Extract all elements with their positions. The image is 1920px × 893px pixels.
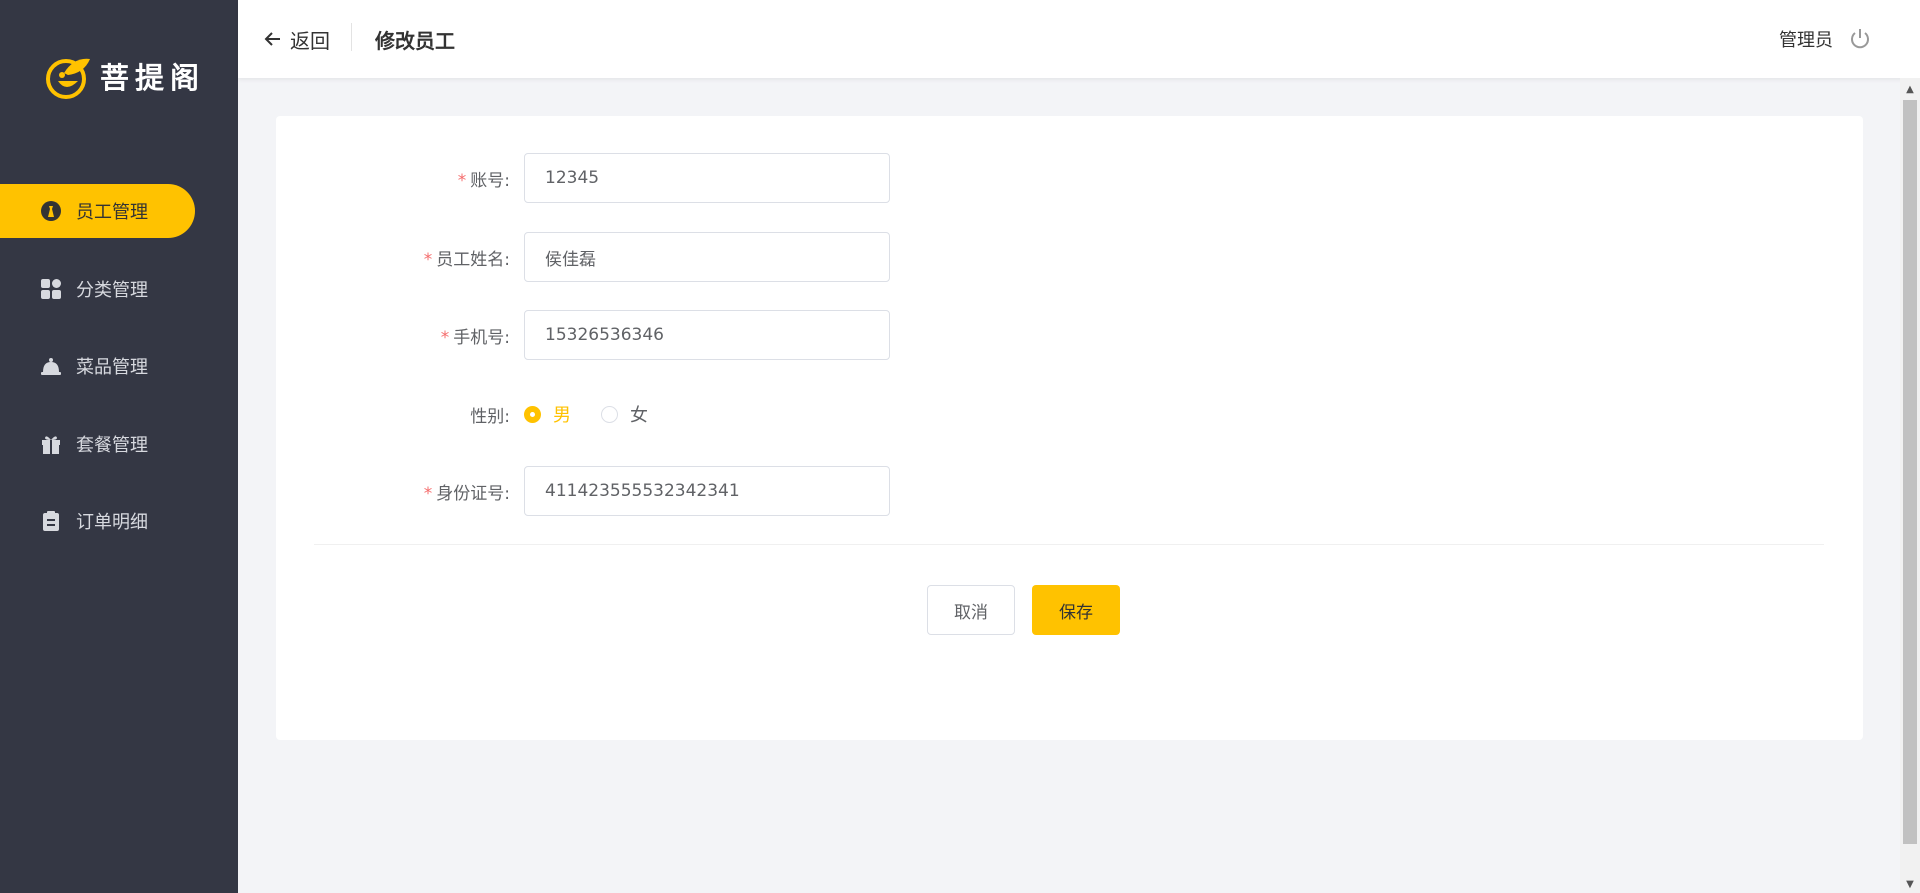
logo-mark-icon [46,58,90,99]
scroll-up-arrow-icon[interactable]: ▲ [1900,80,1920,98]
form-divider [314,544,1824,545]
sidebar: 菩提阁 员工管理 分类管理 菜品管理 套餐管理 订单明细 [0,0,238,893]
radio-unchecked-icon [601,405,618,423]
id-number-input[interactable]: 411423555532342341 [524,466,890,516]
sidebar-item-label: 订单明细 [76,512,148,533]
phone-label: * 手机号: [440,327,510,348]
id-number-row: * 身份证号: 411423555532342341 [276,466,890,516]
account-row: * 账号: 12345 [276,153,890,203]
id-number-label: * 身份证号: [423,483,510,504]
back-button[interactable]: 返回 [264,24,330,54]
top-header: 返回 修改员工 管理员 [238,0,1920,78]
sidebar-item-label: 菜品管理 [76,357,148,378]
sidebar-item-dish[interactable]: 菜品管理 [0,339,238,393]
app-name: 菩提阁 [100,61,206,95]
gender-radio-group: 男 女 [524,401,678,427]
employee-icon [40,200,62,222]
name-label: * 员工姓名: [423,249,510,270]
category-icon [40,278,62,300]
name-row: * 员工姓名: 侯佳磊 [276,232,890,282]
sidebar-item-category[interactable]: 分类管理 [0,262,238,316]
sidebar-item-label: 员工管理 [76,202,148,223]
save-button[interactable]: 保存 [1032,585,1120,635]
dish-icon [40,355,62,377]
gender-row: 性别: 男 女 [276,389,678,439]
app-logo[interactable]: 菩提阁 [44,50,205,102]
name-input[interactable]: 侯佳磊 [524,232,890,282]
page-title: 修改员工 [375,29,455,53]
account-input[interactable]: 12345 [524,153,890,203]
radio-checked-icon [524,405,541,423]
clipboard-icon [40,510,62,532]
phone-row: * 手机号: 15326536346 [276,310,890,360]
sidebar-item-combo[interactable]: 套餐管理 [0,417,238,471]
gender-label: 性别: [470,406,510,427]
sidebar-menu: 员工管理 分类管理 菜品管理 套餐管理 订单明细 [0,184,238,572]
sidebar-item-label: 套餐管理 [76,434,148,456]
power-icon[interactable] [1848,27,1872,51]
gender-female-radio[interactable]: 女 [601,401,648,427]
vertical-scrollbar[interactable]: ▲ ▼ [1900,78,1920,893]
cancel-button[interactable]: 取消 [927,585,1015,635]
edit-employee-form: * 账号: 12345 * 员工姓名: 侯佳磊 * 手机号: 15326536346 … [276,116,1863,740]
scroll-down-arrow-icon[interactable]: ▼ [1900,875,1920,893]
header-divider [351,23,352,51]
sidebar-item-orders[interactable]: 订单明细 [0,494,238,548]
user-name[interactable]: 管理员 [1779,26,1833,52]
account-label: * 账号: [457,170,510,191]
sidebar-item-employee[interactable]: 员工管理 [0,184,195,238]
sidebar-item-label: 分类管理 [76,279,148,301]
scroll-thumb[interactable] [1903,100,1917,844]
back-label: 返回 [290,28,330,53]
phone-input[interactable]: 15326536346 [524,310,890,360]
arrow-left-icon [264,32,280,46]
gender-male-radio[interactable]: 男 [524,401,571,427]
gift-icon [40,433,62,455]
